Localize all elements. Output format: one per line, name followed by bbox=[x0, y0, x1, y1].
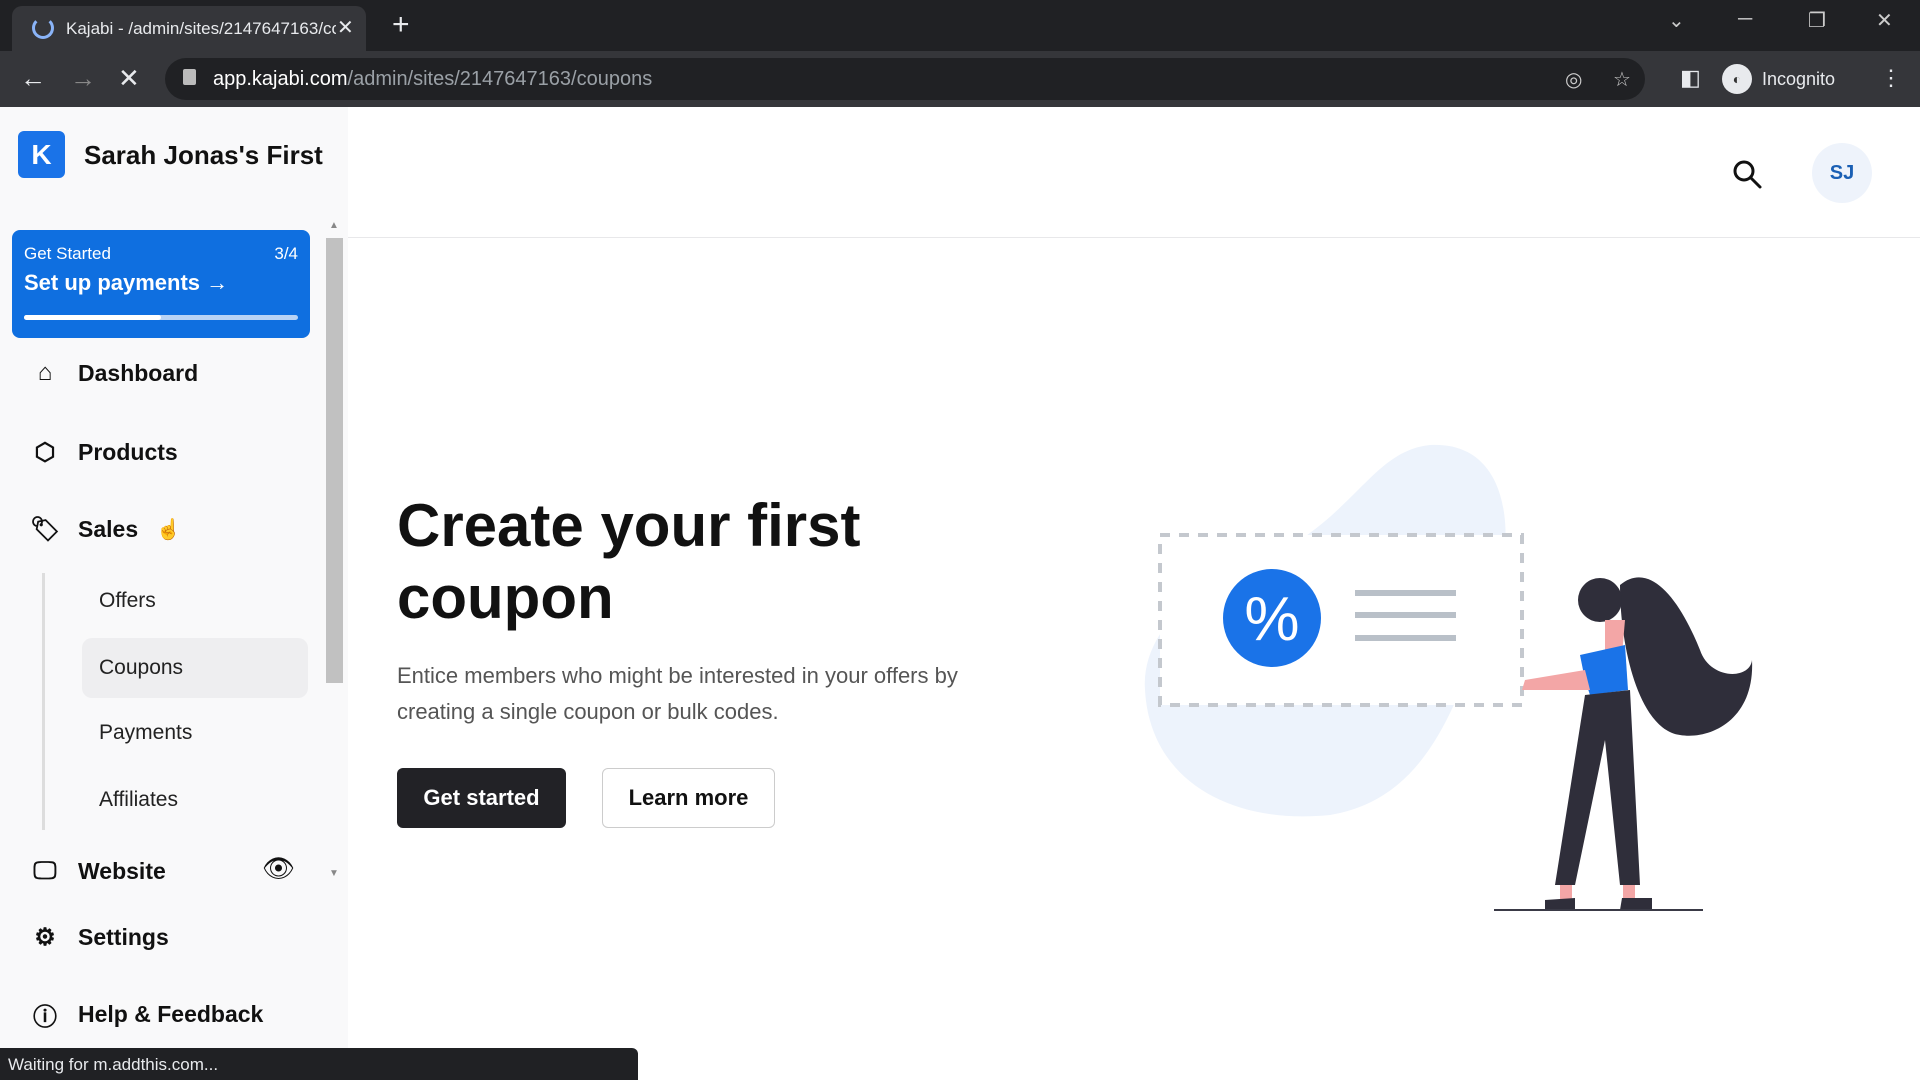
sidebar-item-label: Help & Feedback bbox=[78, 1000, 264, 1027]
avatar[interactable]: SJ bbox=[1812, 143, 1872, 203]
sidebar-item-label: Dashboard bbox=[78, 359, 199, 386]
woman-figure bbox=[1494, 577, 1753, 911]
browser-tab[interactable]: Kajabi - /admin/sites/2147647163/coupons… bbox=[12, 6, 366, 51]
hand-cursor-icon: ☝ bbox=[156, 518, 182, 541]
search-icon[interactable] bbox=[1731, 158, 1763, 190]
sidebar-item-settings[interactable]: ⚙ Settings bbox=[30, 917, 169, 957]
close-tab-icon[interactable]: ✕ bbox=[337, 15, 354, 40]
sidebar-item-label: Settings bbox=[78, 923, 169, 950]
address-toolbar: ← → ✕ app.kajabi.com/admin/sites/2147647… bbox=[0, 51, 1920, 107]
eye-preview-icon[interactable]: 👁 bbox=[262, 853, 295, 884]
sidebar-item-sales[interactable]: 🏷 Sales ☝ bbox=[30, 509, 181, 549]
monitor-icon: 🖵 bbox=[33, 857, 57, 884]
url-path: /admin/sites/2147647163/coupons bbox=[347, 68, 653, 90]
page-description: Entice members who might be interested i… bbox=[397, 663, 958, 724]
get-started-label: Get Started bbox=[24, 244, 111, 263]
set-up-payments-label: Set up payments bbox=[24, 270, 201, 295]
url-host: app.kajabi.com bbox=[213, 68, 348, 90]
sidebar-item-label: Products bbox=[78, 438, 178, 465]
learn-more-button[interactable]: Learn more bbox=[602, 768, 775, 828]
incognito-label: Incognito bbox=[1762, 68, 1836, 89]
get-started-progress-bar bbox=[24, 315, 298, 320]
sidebar-scrollbar[interactable]: ▲ ▼ bbox=[324, 220, 345, 882]
forward-icon[interactable]: → bbox=[70, 63, 96, 94]
sidebar-item-help[interactable]: ⓘ Help & Feedback bbox=[30, 994, 263, 1034]
background-blob bbox=[1144, 444, 1506, 817]
tracking-blocked-eye-icon[interactable]: ◎ bbox=[1565, 67, 1582, 92]
sidebar-item-dashboard[interactable]: ⌂ Dashboard bbox=[30, 353, 198, 393]
box-icon: ⬡ bbox=[34, 438, 56, 466]
stop-loading-icon[interactable]: ✕ bbox=[118, 63, 140, 94]
browser-menu-icon[interactable]: ⋮ bbox=[1880, 65, 1902, 91]
home-icon: ⌂ bbox=[37, 359, 53, 386]
sidebar-subitem-offers[interactable]: Offers bbox=[82, 571, 308, 631]
sidebar-item-products[interactable]: ⬡ Products bbox=[30, 432, 178, 472]
arrow-right-icon: → bbox=[206, 270, 229, 295]
sidebar-item-website[interactable]: 🖵 Website bbox=[30, 851, 166, 891]
browser-status-bar: Waiting for m.addthis.com... bbox=[0, 1048, 638, 1080]
sidebar-subitem-payments[interactable]: Payments bbox=[82, 703, 308, 763]
loading-spinner-icon bbox=[32, 17, 54, 39]
get-started-progress-text: 3/4 bbox=[274, 244, 298, 263]
browser-tab-bar: Kajabi - /admin/sites/2147647163/coupons… bbox=[0, 0, 1920, 51]
kajabi-logo[interactable]: K bbox=[18, 131, 65, 178]
new-tab-button[interactable]: + bbox=[392, 8, 410, 42]
sidebar-subitem-coupons[interactable]: Coupons bbox=[82, 638, 308, 698]
page-title: Create your first coupon bbox=[397, 492, 861, 631]
coupon-card bbox=[1158, 533, 1524, 707]
submenu-line bbox=[42, 573, 45, 830]
back-icon[interactable]: ← bbox=[20, 63, 46, 94]
incognito-icon: ◐ bbox=[1722, 64, 1752, 94]
lock-icon bbox=[183, 69, 196, 85]
incognito-badge[interactable]: ◐ Incognito bbox=[1722, 58, 1835, 100]
help-icon: ⓘ bbox=[33, 1003, 57, 1031]
close-window-button[interactable]: ✕ bbox=[1876, 8, 1893, 33]
sidebar-item-label: Website bbox=[78, 857, 166, 884]
minimize-button[interactable]: ─ bbox=[1738, 8, 1752, 31]
site-name[interactable]: Sarah Jonas's First bbox=[84, 140, 323, 171]
scroll-up-arrow-icon[interactable]: ▲ bbox=[329, 220, 339, 231]
sidebar-subitem-affiliates[interactable]: Affiliates bbox=[82, 770, 308, 830]
text-lines bbox=[1355, 590, 1456, 641]
percent-circle bbox=[1223, 569, 1321, 667]
scroll-down-arrow-icon[interactable]: ▼ bbox=[329, 868, 339, 879]
bookmark-star-icon[interactable]: ☆ bbox=[1613, 67, 1631, 92]
top-header bbox=[348, 107, 1920, 238]
get-started-card[interactable]: Get Started 3/4 Set up payments → bbox=[12, 230, 310, 338]
tab-search-icon[interactable]: ⌄ bbox=[1668, 8, 1685, 33]
get-started-button[interactable]: Get started bbox=[397, 768, 566, 828]
tab-title: Kajabi - /admin/sites/2147647163/coupons bbox=[66, 19, 336, 38]
percent-symbol-icon: % bbox=[1244, 585, 1299, 654]
sidebar-item-label: Sales bbox=[78, 515, 139, 542]
progress-fill bbox=[24, 315, 161, 320]
gear-icon: ⚙ bbox=[34, 923, 56, 951]
url-bar[interactable]: app.kajabi.com/admin/sites/2147647163/co… bbox=[165, 58, 1645, 100]
tag-icon: 🏷 bbox=[30, 515, 61, 543]
restore-button[interactable]: ❐ bbox=[1808, 8, 1826, 33]
scrollbar-thumb[interactable] bbox=[326, 238, 343, 683]
side-panel-icon[interactable]: ◧ bbox=[1680, 65, 1701, 91]
